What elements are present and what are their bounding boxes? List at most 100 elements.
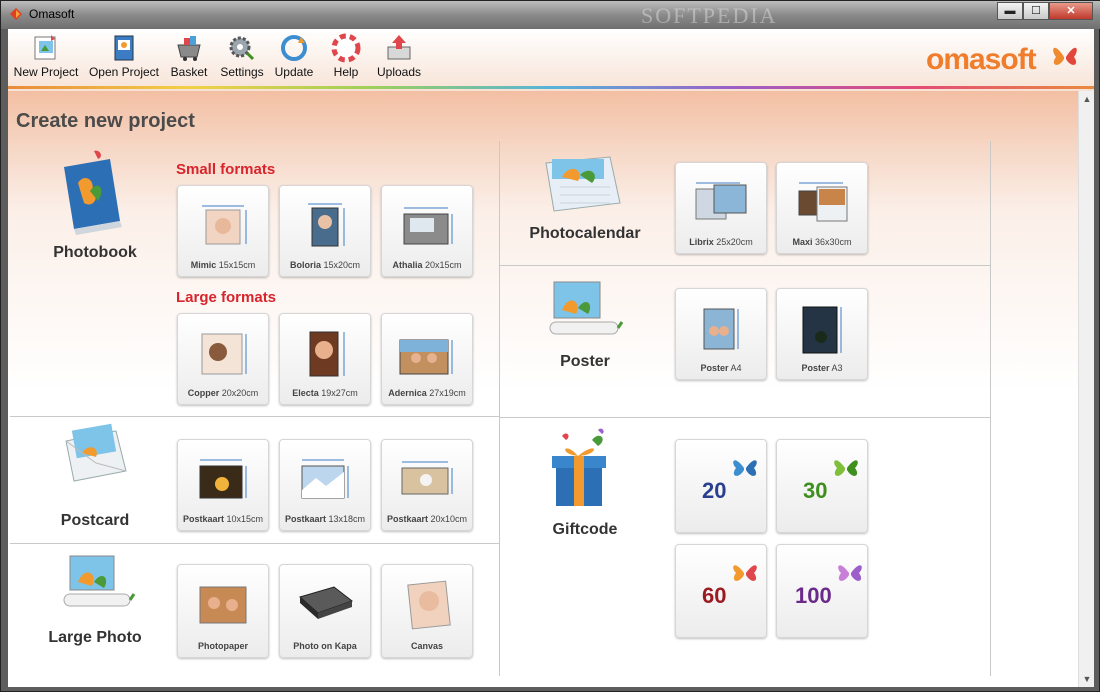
giftcode-card-20[interactable]: 20 xyxy=(675,439,767,533)
product-card-canvas[interactable]: Canvas xyxy=(381,564,473,658)
product-card-maxi[interactable]: Maxi 36x30cm xyxy=(776,162,868,254)
settings-icon xyxy=(229,36,255,61)
basket-button[interactable]: Basket xyxy=(168,33,210,89)
product-card-postkaart-10x15[interactable]: Postkaart 10x15cm xyxy=(177,439,269,531)
giftcode-card-100[interactable]: 100 xyxy=(776,544,868,638)
butterfly-icon xyxy=(834,460,858,476)
product-size: 27x19cm xyxy=(429,388,466,398)
product-card-photo-on-kapa[interactable]: Photo on Kapa xyxy=(279,564,371,658)
help-button[interactable]: Help xyxy=(326,33,366,89)
page-title: Create new project xyxy=(16,110,195,132)
product-size: 25x20cm xyxy=(716,237,753,247)
giftcode-icon xyxy=(552,428,606,506)
settings-button[interactable]: Settings xyxy=(218,33,266,89)
title-bar[interactable]: Omasoft SOFTPEDIA ▬ ☐ ✕ xyxy=(1,1,1100,29)
product-name: Adernica xyxy=(388,388,427,398)
product-card-librix[interactable]: Librix 25x20cm xyxy=(675,162,767,254)
large-photo-panel: Large Photo Photopaper Photo on Kapa Can… xyxy=(10,544,500,676)
photobook-icon xyxy=(64,150,122,235)
product-name: Maxi xyxy=(792,237,813,247)
postcard-label: Postcard xyxy=(60,512,130,529)
poster-panel: Poster Poster A4 Poster A3 xyxy=(500,266,991,418)
new-project-button[interactable]: New Project xyxy=(12,33,80,89)
poster-icon xyxy=(549,281,624,335)
omasoft-logo: omasoft xyxy=(922,37,1082,77)
photobook-panel: Photobook Small formats Large formats Mi… xyxy=(10,141,500,417)
open-project-button[interactable]: Open Project xyxy=(88,33,160,89)
electa-thumbnail xyxy=(309,331,345,377)
large-formats-heading: Large formats xyxy=(176,289,277,306)
photo-on-kapa-thumbnail xyxy=(298,586,354,619)
product-card-postkaart-20x10[interactable]: Postkaart 20x10cm xyxy=(381,439,473,531)
product-name: Librix xyxy=(689,237,714,247)
photocalendar-panel: Photocalendar Librix 25x20cm Maxi 36x30c… xyxy=(500,141,991,266)
open-project-icon xyxy=(114,35,134,61)
product-size: 19x27cm xyxy=(321,388,358,398)
postcard-panel: Postcard Postkaart 10x15cm Postkaart 13x… xyxy=(10,417,500,544)
postcard-icon xyxy=(65,423,127,482)
scroll-up-arrow-icon[interactable]: ▲ xyxy=(1079,91,1094,107)
uploads-icon xyxy=(387,35,411,60)
toolbar-color-stripe xyxy=(8,86,1094,89)
product-card-copper[interactable]: Copper 20x20cm xyxy=(177,313,269,405)
photopaper-thumbnail xyxy=(199,586,247,624)
photocalendar-icon xyxy=(545,156,621,212)
poster-label: Poster xyxy=(560,353,610,370)
product-size: 10x15cm xyxy=(226,514,264,524)
butterfly-icon xyxy=(838,565,862,581)
butterfly-logo-icon xyxy=(1053,47,1077,65)
vertical-scrollbar[interactable]: ▲ ▼ xyxy=(1078,91,1094,687)
toolbar: New Project Open Project Basket Settings xyxy=(8,29,1094,91)
minimize-button[interactable]: ▬ xyxy=(997,2,1023,20)
close-button[interactable]: ✕ xyxy=(1049,2,1093,20)
product-card-postkaart-13x18[interactable]: Postkaart 13x18cm xyxy=(279,439,371,531)
settings-label: Settings xyxy=(220,65,264,79)
product-card-adernica[interactable]: Adernica 27x19cm xyxy=(381,313,473,405)
product-size: 15x20cm xyxy=(323,260,361,270)
update-button[interactable]: Update xyxy=(272,33,316,89)
help-label: Help xyxy=(333,65,359,79)
scroll-down-arrow-icon[interactable]: ▼ xyxy=(1079,671,1094,687)
product-name: Copper xyxy=(187,388,220,398)
product-card-boloria[interactable]: Boloria 15x20cm xyxy=(279,185,371,277)
product-name: Poster xyxy=(700,363,729,373)
giftcode-value: 20 xyxy=(702,478,727,503)
maximize-button[interactable]: ☐ xyxy=(1023,2,1049,20)
product-card-photopaper[interactable]: Photopaper xyxy=(177,564,269,658)
product-size: 20x15cm xyxy=(425,260,462,270)
product-name: Postkaart xyxy=(284,514,326,524)
product-size: 20x10cm xyxy=(430,514,468,524)
product-card-athalia[interactable]: Athalia 20x15cm xyxy=(381,185,473,277)
app-window: Omasoft SOFTPEDIA ▬ ☐ ✕ New Project Open… xyxy=(0,0,1100,692)
giftcode-card-60[interactable]: 60 xyxy=(675,544,767,638)
postkaart-10x15-thumbnail xyxy=(199,459,247,499)
logo-text: omasoft xyxy=(926,43,1037,76)
uploads-button[interactable]: Uploads xyxy=(374,33,424,89)
product-card-electa[interactable]: Electa 19x27cm xyxy=(279,313,371,405)
giftcode-value: 60 xyxy=(702,583,727,608)
maxi-thumbnail xyxy=(798,182,848,222)
mimic-thumbnail xyxy=(202,205,247,245)
client-area: New Project Open Project Basket Settings xyxy=(8,29,1094,687)
update-label: Update xyxy=(274,65,314,79)
help-icon xyxy=(331,33,361,63)
product-card-poster-a4[interactable]: Poster A4 xyxy=(675,288,767,380)
postkaart-20x10-thumbnail xyxy=(401,461,453,495)
product-name: Postkaart xyxy=(182,514,224,524)
uploads-label: Uploads xyxy=(376,65,422,79)
product-name: Athalia xyxy=(392,260,423,270)
product-card-poster-a3[interactable]: Poster A3 xyxy=(776,288,868,380)
large-photo-icon xyxy=(63,555,136,607)
canvas-thumbnail xyxy=(407,580,451,630)
window-title: Omasoft xyxy=(29,7,75,21)
butterfly-icon xyxy=(733,460,757,476)
update-icon xyxy=(281,35,307,61)
photocalendar-label: Photocalendar xyxy=(529,225,641,242)
giftcode-panel: Giftcode 20 30 60 100 xyxy=(500,418,991,676)
product-name: Photopaper xyxy=(197,641,248,651)
copper-thumbnail xyxy=(201,333,247,375)
product-card-mimic[interactable]: Mimic 15x15cm xyxy=(177,185,269,277)
butterfly-icon xyxy=(733,565,757,581)
product-name: Boloria xyxy=(289,260,321,270)
giftcode-card-30[interactable]: 30 xyxy=(776,439,868,533)
